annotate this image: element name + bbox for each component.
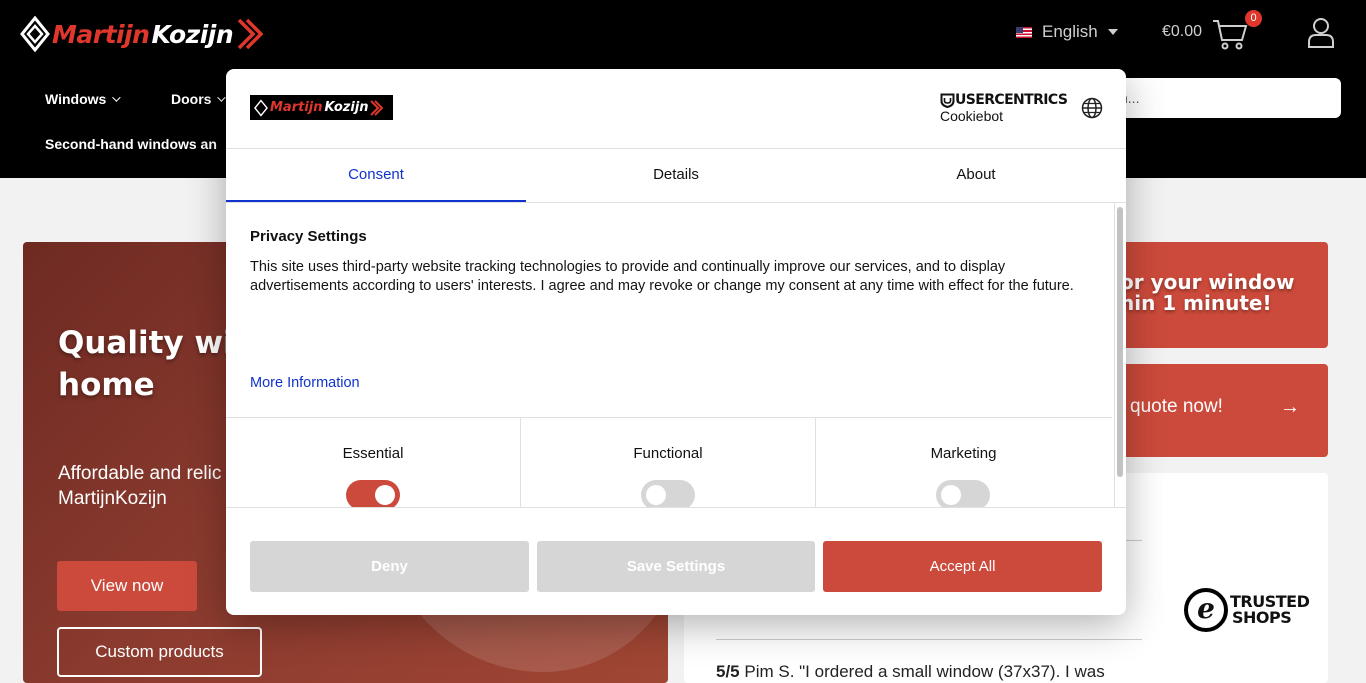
category-functional: Functional <box>521 418 816 507</box>
tab-details[interactable]: Details <box>526 149 826 202</box>
privacy-settings-title: Privacy Settings <box>250 228 367 245</box>
us-flag-icon <box>1016 26 1032 38</box>
dialog-footer: Deny Save Settings Accept All <box>226 507 1126 615</box>
logo-diamond-icon <box>254 98 268 117</box>
usercentrics-label: USERCENTRICS <box>940 92 1068 108</box>
logo-arrow-icon <box>369 99 383 116</box>
search-input[interactable]: h... <box>1100 78 1341 118</box>
quote-label: quote now! <box>1130 396 1223 417</box>
category-essential: Essential <box>226 418 521 507</box>
review-text: Pim S. "I ordered a small window (37x37)… <box>739 662 1105 681</box>
deny-button[interactable]: Deny <box>250 541 529 592</box>
chevron-down-icon <box>112 93 121 102</box>
nav-label: Windows <box>45 91 107 107</box>
toggle-knob <box>646 485 666 505</box>
category-label: Essential <box>342 445 404 462</box>
trusted-shops-badge[interactable]: e TRUSTED SHOPS <box>1184 588 1310 632</box>
logo-text-part1: Martijn <box>52 19 150 49</box>
user-account-icon[interactable] <box>1307 16 1335 48</box>
cookie-consent-dialog: Martijn Kozijn USERCENTRICS Cookiebot Co… <box>226 69 1126 615</box>
globe-icon[interactable] <box>1081 97 1103 119</box>
shield-icon <box>940 93 955 108</box>
dialog-site-logo: Martijn Kozijn <box>250 95 393 120</box>
site-logo[interactable]: Martijn Kozijn <box>20 14 264 54</box>
cookiebot-label: Cookiebot <box>940 108 1004 124</box>
logo-diamond-icon <box>20 16 50 52</box>
custom-products-button[interactable]: Custom products <box>57 627 262 677</box>
more-information-link[interactable]: More Information <box>250 375 360 391</box>
cart-count-badge: 0 <box>1245 10 1262 27</box>
marketing-toggle[interactable] <box>936 480 990 507</box>
logo-text-part2: Kozijn <box>324 100 369 115</box>
logo-text-part2: Kozijn <box>151 19 234 49</box>
privacy-settings-text: This site uses third-party website track… <box>250 259 1074 294</box>
arrow-right-icon: → <box>1280 396 1300 418</box>
category-label: Marketing <box>930 445 997 462</box>
review-rating: 5/5 <box>716 662 740 681</box>
language-selector[interactable]: English <box>1016 22 1118 42</box>
divider <box>716 639 1142 640</box>
cookiebot-brand[interactable]: USERCENTRICS Cookiebot <box>940 92 1068 124</box>
scrollbar-thumb[interactable] <box>1117 207 1123 477</box>
functional-toggle[interactable] <box>641 480 695 507</box>
save-settings-button[interactable]: Save Settings <box>537 541 815 592</box>
category-marketing: Marketing <box>816 418 1111 507</box>
dialog-header: Martijn Kozijn USERCENTRICS Cookiebot <box>226 69 1126 149</box>
nav-item-doors[interactable]: Doors <box>171 91 227 107</box>
caret-down-icon <box>1107 29 1118 35</box>
cart-icon[interactable] <box>1212 18 1248 50</box>
language-label: English <box>1042 22 1098 41</box>
scrollbar[interactable] <box>1114 203 1126 507</box>
category-label: Functional <box>633 445 703 462</box>
cart-amount[interactable]: €0.00 <box>1162 23 1202 41</box>
review-item: 5/5 Pim S. "I ordered a small window (37… <box>716 662 1105 682</box>
promo-text: or your window hin 1 minute! <box>1120 270 1295 315</box>
essential-toggle[interactable] <box>346 480 400 507</box>
logo-arrow-icon <box>237 18 264 50</box>
consent-panel: Privacy Settings This site uses third-pa… <box>226 203 1126 507</box>
trusted-shops-label: TRUSTED SHOPS <box>1230 592 1310 627</box>
dialog-tabs: Consent Details About <box>226 149 1126 203</box>
hero-subtitle: Affordable and relic MartijnKozijn <box>58 463 222 509</box>
toggle-knob <box>941 485 961 505</box>
view-now-button[interactable]: View now <box>57 561 197 611</box>
consent-categories: Essential Functional Marketing <box>226 417 1112 507</box>
promo-configure-card[interactable]: or your window hin 1 minute! <box>1110 242 1328 348</box>
tab-about[interactable]: About <box>826 149 1126 202</box>
chevron-down-icon <box>217 93 227 102</box>
logo-text-part1: Martijn <box>270 100 323 115</box>
tab-consent[interactable]: Consent <box>226 149 526 202</box>
quote-button[interactable]: quote now! → <box>1110 364 1328 457</box>
trusted-shops-e-icon: e <box>1184 588 1228 632</box>
main-nav: Windows Doors <box>45 91 227 107</box>
nav-item-windows[interactable]: Windows <box>45 91 171 107</box>
nav-item-second-hand[interactable]: Second-hand windows an <box>45 136 230 152</box>
toggle-knob <box>375 485 395 505</box>
accept-all-button[interactable]: Accept All <box>823 541 1102 592</box>
nav-label: Doors <box>171 91 212 107</box>
